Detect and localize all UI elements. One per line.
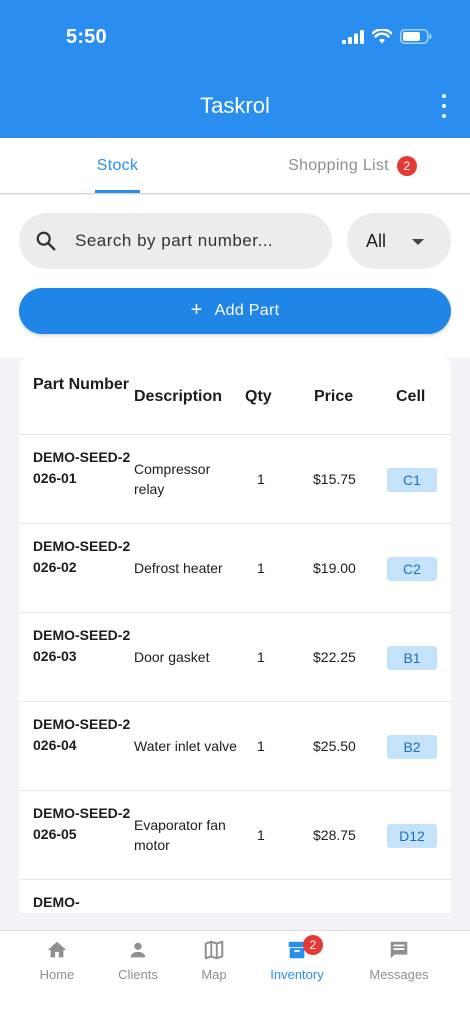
part-price: $19.00 xyxy=(313,560,356,576)
part-description: Compressor relay xyxy=(134,461,211,497)
table-row[interactable]: DEMO-SEED-2026-03 Door gasket 1 $22.25 B… xyxy=(19,613,451,702)
table-row[interactable]: DEMO-SEED-2026-01 Compressor relay 1 $15… xyxy=(19,435,451,524)
part-number: DEMO-SEED-2026-02 xyxy=(33,538,131,575)
tab-bar: Stock Shopping List 2 xyxy=(0,138,470,194)
plus-icon: + xyxy=(190,298,203,321)
wifi-icon xyxy=(372,29,392,44)
nav-home[interactable]: Home xyxy=(17,939,97,982)
chevron-down-icon xyxy=(412,239,424,245)
header-part-number[interactable]: Part Number xyxy=(33,373,133,396)
status-time: 5:50 xyxy=(66,26,107,48)
add-part-label: Add Part xyxy=(214,302,280,319)
header-description[interactable]: Description xyxy=(134,385,222,408)
nav-clients[interactable]: Clients xyxy=(98,939,178,982)
part-qty: 1 xyxy=(257,471,265,487)
tab-indicator xyxy=(95,190,140,193)
part-qty: 1 xyxy=(257,649,265,665)
shopping-list-badge: 2 xyxy=(396,155,417,176)
part-price: $15.75 xyxy=(313,471,356,487)
table-row[interactable]: DEMO-SEED-2026-02 Defrost heater 1 $19.0… xyxy=(19,524,451,613)
status-icons xyxy=(342,29,432,44)
cell-badge: B1 xyxy=(387,646,437,670)
part-qty: 1 xyxy=(257,827,265,843)
table-row[interactable]: DEMO-SEED-2026-04 Water inlet valve 1 $2… xyxy=(19,702,451,791)
search-box[interactable] xyxy=(19,213,332,269)
part-number: DEMO-SEED-2026-05 xyxy=(33,805,131,842)
header-qty[interactable]: Qty xyxy=(245,385,272,408)
nav-inventory[interactable]: 2 Inventory xyxy=(257,935,337,982)
filter-dropdown[interactable]: All xyxy=(347,213,451,269)
nav-clients-label: Clients xyxy=(118,967,158,982)
map-icon xyxy=(204,940,224,960)
part-qty: 1 xyxy=(257,560,265,576)
nav-inventory-label: Inventory xyxy=(270,967,324,982)
table-row[interactable]: DEMO- xyxy=(19,880,451,913)
part-price: $25.50 xyxy=(313,738,356,754)
part-description: Water inlet valve xyxy=(134,738,237,754)
part-number: DEMO-SEED-2026-01 xyxy=(33,449,131,486)
part-description: Defrost heater xyxy=(134,560,223,576)
part-number: DEMO- xyxy=(33,894,80,910)
battery-icon xyxy=(400,29,432,44)
tab-shopping-list-label: Shopping List xyxy=(288,156,389,174)
app-bar: 5:50 Taskrol xyxy=(0,0,470,138)
table-row[interactable]: DEMO-SEED-2026-05 Evaporator fan motor 1… xyxy=(19,791,451,880)
nav-map[interactable]: Map xyxy=(174,939,254,982)
header-price[interactable]: Price xyxy=(314,385,353,408)
parts-table: Part Number Description Qty Price Cell D… xyxy=(19,358,451,913)
bottom-navigation: Home Clients Map 2 Inventory Messages xyxy=(0,930,470,1024)
app-title: Taskrol xyxy=(200,93,270,118)
nav-messages-label: Messages xyxy=(369,967,429,982)
person-icon xyxy=(130,942,146,958)
message-icon xyxy=(390,941,408,959)
part-description: Door gasket xyxy=(134,649,210,665)
part-number: DEMO-SEED-2026-04 xyxy=(33,716,131,753)
tab-stock-label: Stock xyxy=(96,156,139,174)
cell-badge: C2 xyxy=(387,557,437,581)
cell-badge: D12 xyxy=(387,824,437,848)
cell-badge: B2 xyxy=(387,735,437,759)
table-header: Part Number Description Qty Price Cell xyxy=(19,358,451,435)
more-options-icon[interactable] xyxy=(438,94,450,118)
add-part-button[interactable]: + Add Part xyxy=(19,288,451,334)
part-number: DEMO-SEED-2026-03 xyxy=(33,627,131,664)
nav-home-label: Home xyxy=(39,967,75,982)
part-qty: 1 xyxy=(257,738,265,754)
tab-stock[interactable]: Stock xyxy=(0,138,235,193)
part-price: $22.25 xyxy=(313,649,356,665)
part-price: $28.75 xyxy=(313,827,356,843)
header-cell[interactable]: Cell xyxy=(396,385,425,408)
nav-map-label: Map xyxy=(201,967,227,982)
filter-area: All + Add Part xyxy=(0,195,470,358)
cell-badge: C1 xyxy=(387,468,437,492)
signal-icon xyxy=(342,29,364,44)
home-icon xyxy=(47,941,67,958)
inventory-badge: 2 xyxy=(303,935,323,955)
filter-selected-value: All xyxy=(366,230,387,251)
tab-shopping-list[interactable]: Shopping List 2 xyxy=(235,138,470,193)
nav-messages[interactable]: Messages xyxy=(359,939,439,982)
search-input[interactable] xyxy=(75,231,305,251)
search-icon xyxy=(36,231,56,251)
part-description: Evaporator fan motor xyxy=(134,817,226,853)
